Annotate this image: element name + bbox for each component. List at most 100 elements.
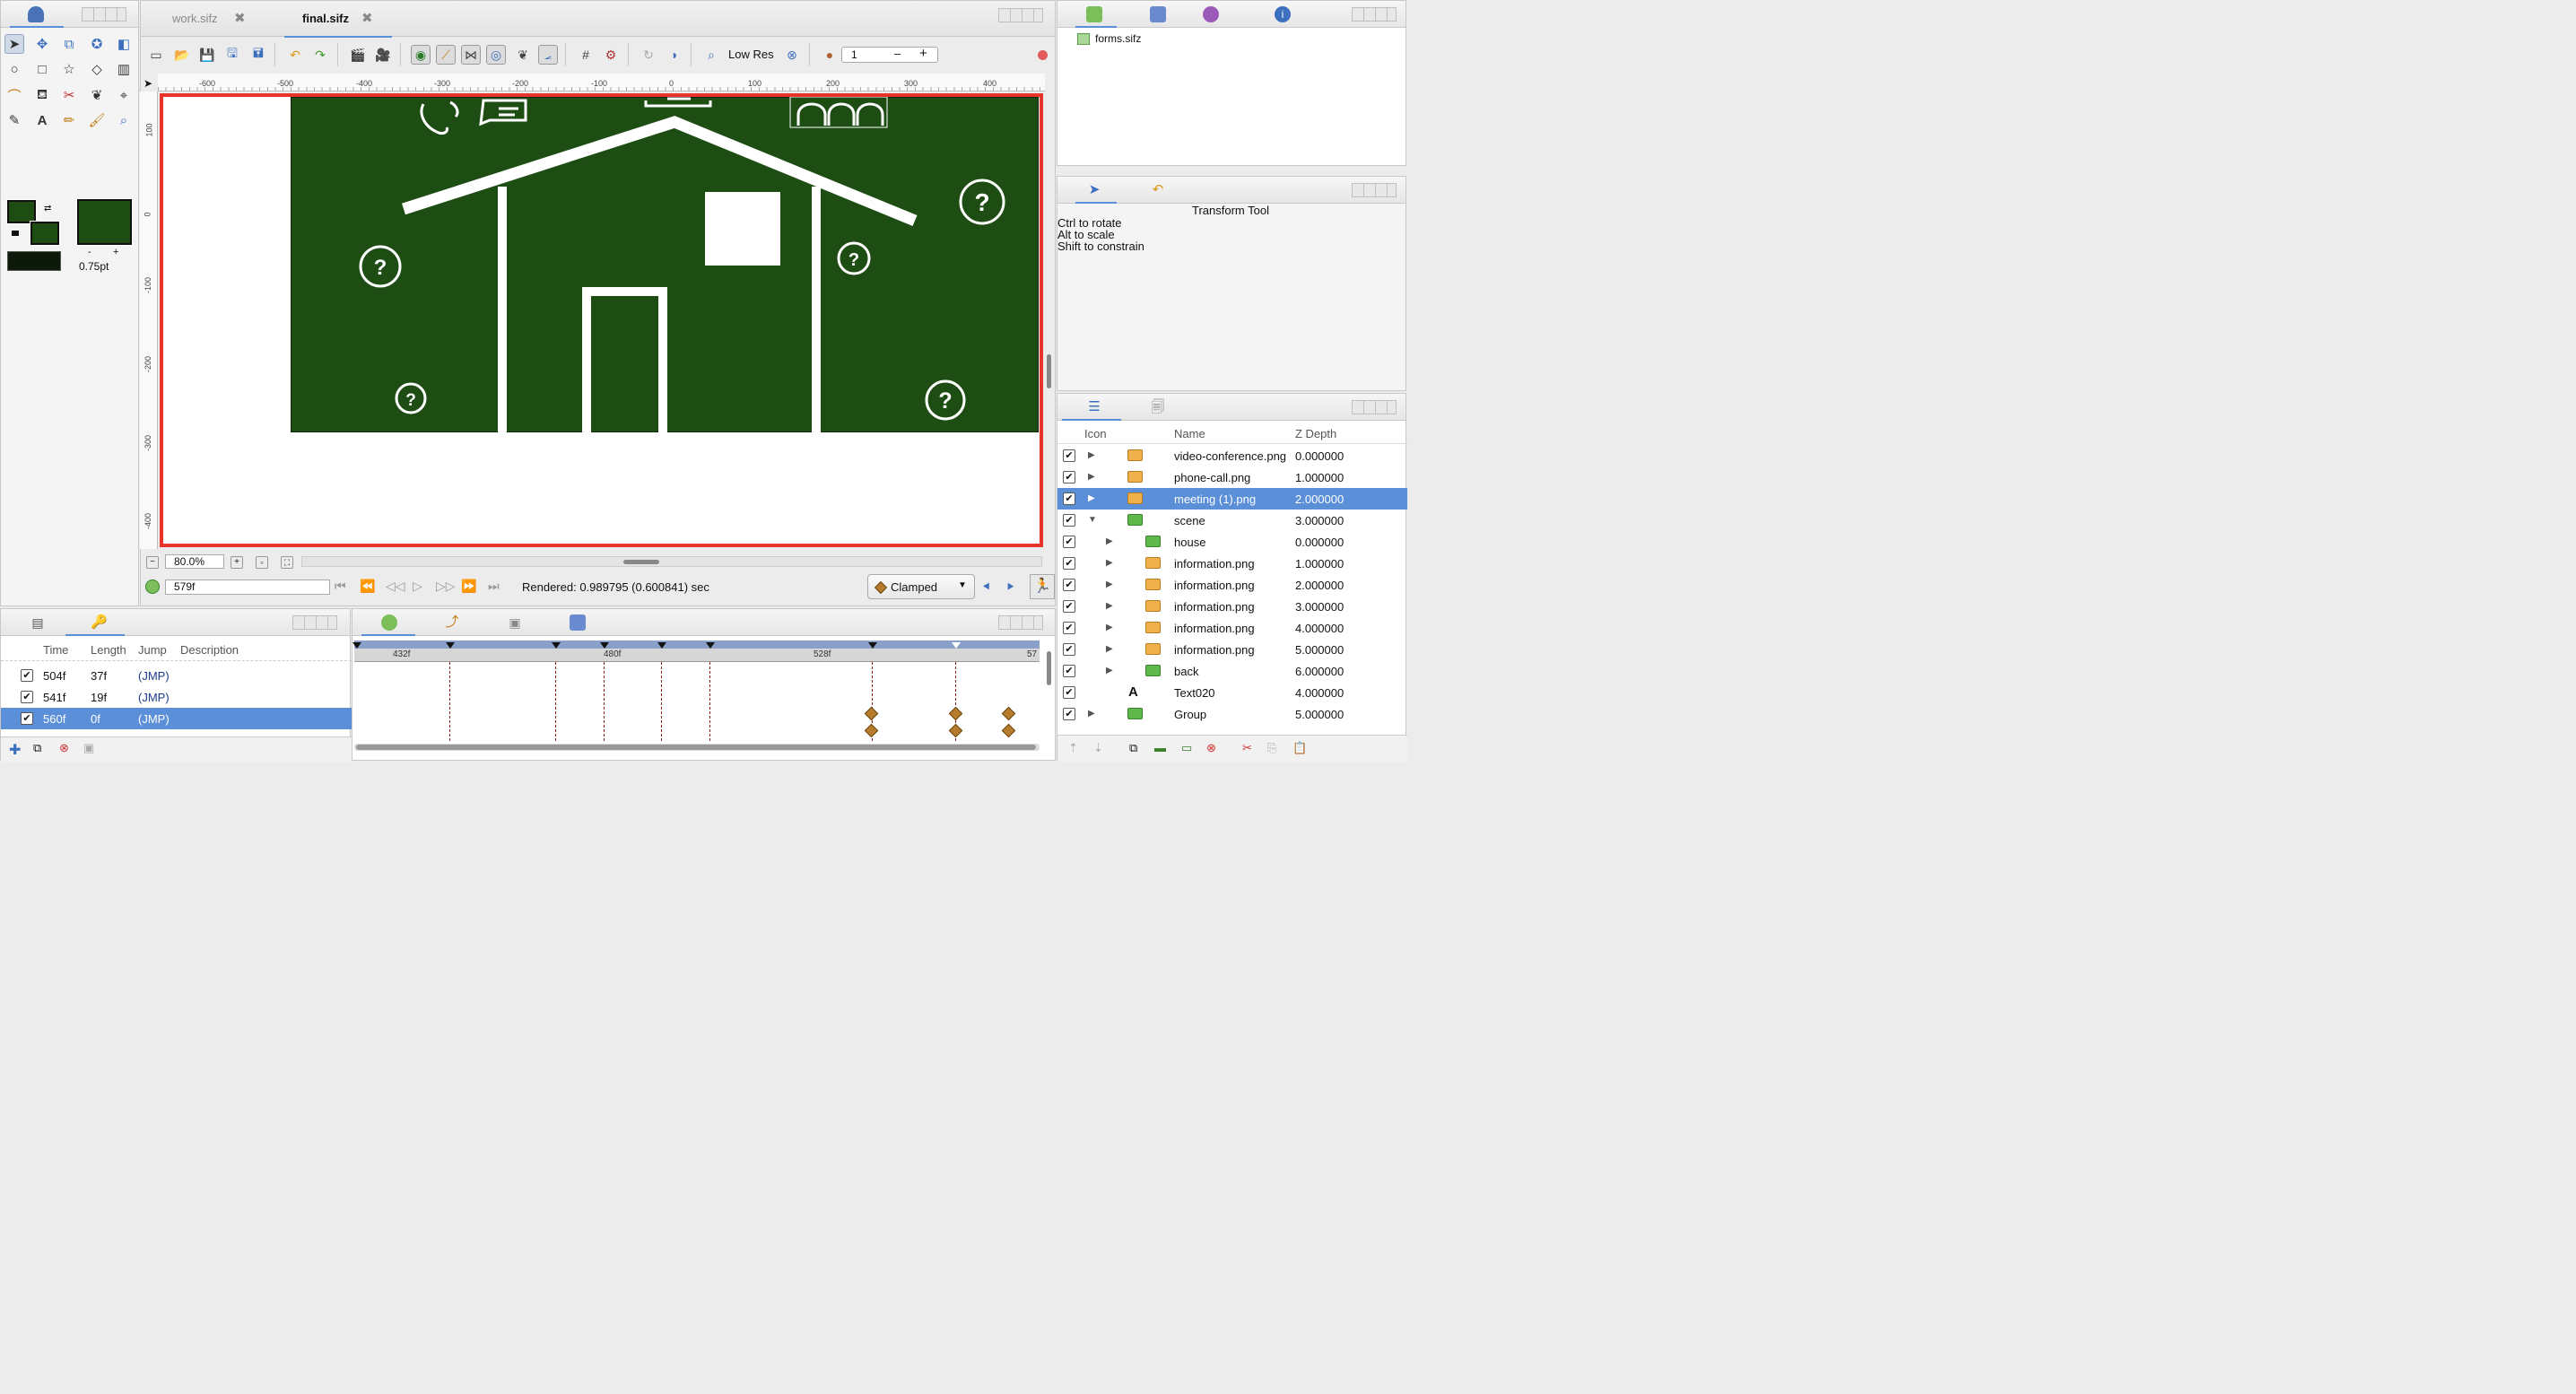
synfig-logo-icon[interactable] [28, 6, 44, 22]
seek-end-icon[interactable]: ⏭ [488, 579, 500, 594]
show-position-handles-icon[interactable]: ◉ [411, 45, 431, 65]
keyframes-tab-icon[interactable]: 🔑 [91, 614, 108, 631]
navigator-tab-icon[interactable] [1203, 6, 1219, 22]
scale-tool-icon[interactable]: ⧉ [59, 34, 79, 54]
canvas-file-item[interactable]: forms.sifz [1095, 32, 1141, 45]
rectangle-tool-icon[interactable]: □ [32, 59, 52, 79]
keyframe-jump[interactable]: (JMP) [138, 669, 170, 683]
layer-visibility-checkbox[interactable]: ✔ [1063, 557, 1075, 570]
keyframe-row[interactable]: ✔ 504f 37f (JMP) [1, 665, 352, 686]
keyframe-active-checkbox[interactable]: ✔ [21, 712, 33, 725]
canvas-metadata-tab-icon[interactable] [570, 614, 586, 631]
reset-colors-icon[interactable] [12, 231, 19, 236]
lock-past-keyframe-icon[interactable]: ⯇ [981, 579, 991, 595]
layer-row[interactable]: ✔ A Text020 4.000000 [1057, 682, 1407, 703]
layer-row[interactable]: ✔ ▶ meeting (1).png 2.000000 [1057, 488, 1407, 510]
decrease-quality-icon[interactable]: ⌕ [701, 45, 721, 65]
panel-grip-icon[interactable] [998, 615, 1043, 630]
stop-render-icon[interactable] [1038, 50, 1048, 60]
grid-icon[interactable]: # [576, 45, 596, 65]
keyframe-time[interactable]: 560f [43, 712, 65, 726]
params-tab-icon[interactable]: ▤ [30, 614, 46, 631]
show-width-handles-icon[interactable]: ❦ [513, 45, 533, 65]
keyframe-properties-icon[interactable]: ▣ [83, 741, 94, 755]
layer-row[interactable]: ✔ ▶ information.png 4.000000 [1057, 617, 1407, 639]
chevron-right-icon[interactable]: ▶ [1088, 472, 1095, 482]
smooth-move-tool-icon[interactable]: ✥ [32, 34, 52, 54]
chevron-right-icon[interactable]: ▶ [1106, 558, 1113, 568]
canvas-vertical-scrollbar[interactable] [1047, 354, 1051, 388]
rotate-tool-icon[interactable]: ✪ [87, 34, 107, 54]
brush-size-minus[interactable]: - [88, 247, 91, 257]
info-tab-icon[interactable]: i [1275, 6, 1291, 22]
keyframe-marker[interactable] [706, 642, 715, 649]
keyframe-marker[interactable] [868, 642, 877, 649]
add-keyframe-icon[interactable]: ✚ [9, 741, 21, 759]
curves-tab-icon[interactable]: ⤴ [444, 614, 460, 631]
onion-skin-icon[interactable]: ● [820, 45, 840, 65]
keyframe-time[interactable]: 504f [43, 669, 65, 683]
draw-tool-icon[interactable]: ✎ [4, 110, 24, 130]
layer-row[interactable]: ✔ ▼ scene 3.000000 [1057, 510, 1407, 531]
show-tangent-handles-icon[interactable]: ⋈ [461, 45, 481, 65]
snap-grid-icon[interactable]: ⚙ [601, 45, 621, 65]
remove-keyframe-icon[interactable]: ⊗ [59, 741, 69, 755]
delete-layer-icon[interactable]: ⊗ [1206, 741, 1216, 755]
canvas-browser-tab-icon[interactable] [1086, 6, 1102, 22]
layer-visibility-checkbox[interactable]: ✔ [1063, 665, 1075, 677]
past-onion-frames-input[interactable]: 1 – + [841, 46, 938, 63]
chevron-down-icon[interactable]: ▼ [1088, 515, 1097, 525]
lower-layer-icon[interactable]: ⇣ [1093, 741, 1103, 755]
layer-row[interactable]: ✔ ▶ phone-call.png 1.000000 [1057, 466, 1407, 488]
brush-size-plus[interactable]: + [113, 247, 118, 257]
mirror-tool-icon[interactable]: ◧ [114, 34, 134, 54]
file-tab-work[interactable]: work.sifz ✖ [159, 10, 266, 31]
canvas-scene[interactable]: ? ? ? ? ? [291, 97, 1039, 432]
duplicate-keyframe-icon[interactable]: ⧉ [33, 741, 41, 755]
layer-visibility-checkbox[interactable]: ✔ [1063, 471, 1075, 484]
canvas-horizontal-scrollbar[interactable] [301, 556, 1042, 567]
layer-visibility-checkbox[interactable]: ✔ [1063, 686, 1075, 699]
library-tab-icon[interactable] [1150, 6, 1166, 22]
gradient-swatch[interactable] [7, 251, 61, 271]
keyframe-jump[interactable]: (JMP) [138, 712, 170, 726]
lock-future-keyframe-icon[interactable]: ⯈ [1005, 579, 1015, 595]
seek-prev-frame-icon[interactable]: ◁◁ [386, 579, 405, 594]
keyframe-row[interactable]: ✔ 560f 0f (JMP) [1, 708, 352, 729]
brush-tool-icon[interactable]: 🖌 [87, 110, 107, 130]
chevron-right-icon[interactable]: ▶ [1088, 709, 1095, 719]
open-file-icon[interactable]: 📂 [172, 45, 192, 65]
layer-row[interactable]: ✔ ▶ video-conference.png 0.000000 [1057, 445, 1407, 466]
keyframe-marker[interactable] [352, 642, 361, 649]
encapsulate-icon[interactable]: ▭ [1181, 741, 1192, 755]
show-radius-handles-icon[interactable]: ◎ [486, 45, 506, 65]
save-as-icon[interactable]: 🖫 [222, 45, 242, 65]
paste-icon[interactable]: 📋 [1292, 741, 1307, 755]
zoom-in-icon[interactable]: + [231, 556, 243, 569]
copy-icon[interactable]: ⎘ [1267, 741, 1276, 755]
circle-tool-icon[interactable]: ○ [4, 59, 24, 79]
layers-tab-icon[interactable]: ☰ [1086, 399, 1102, 415]
zoom-out-icon[interactable]: − [146, 556, 159, 569]
file-tab-final[interactable]: final.sifz ✖ [284, 10, 392, 38]
preview-icon[interactable]: 🎥 [373, 45, 393, 65]
swap-colors-icon[interactable]: ⇄ [44, 204, 51, 213]
chevron-right-icon[interactable]: ▶ [1106, 536, 1113, 546]
layer-visibility-checkbox[interactable]: ✔ [1063, 449, 1075, 462]
timetrack-grid[interactable] [354, 662, 1040, 741]
timetrack-horizontal-scrollbar[interactable] [354, 744, 1040, 751]
group-layer-icon[interactable]: ▬ [1154, 741, 1166, 754]
layer-row[interactable]: ✔ ▶ information.png 3.000000 [1057, 596, 1407, 617]
width-tool-icon[interactable]: ❦ [87, 85, 107, 105]
keyframe-row[interactable]: ✔ 541f 19f (JMP) [1, 686, 352, 708]
raise-layer-icon[interactable]: ⇡ [1068, 741, 1078, 755]
tool-options-tab-icon[interactable]: ➤ [1086, 182, 1102, 198]
star-tool-icon[interactable]: ☆ [59, 59, 79, 79]
keyframe-active-checkbox[interactable]: ✔ [21, 669, 33, 682]
seek-next-frame-icon[interactable]: ▷▷ [436, 579, 456, 594]
animation-mode-icon[interactable] [145, 579, 160, 594]
chevron-right-icon[interactable]: ▶ [1106, 666, 1113, 675]
zoom-fit-icon[interactable]: ⛶ [281, 556, 293, 569]
save-all-icon[interactable]: 🖬 [248, 45, 268, 65]
col-length-header[interactable]: Length [91, 643, 126, 657]
